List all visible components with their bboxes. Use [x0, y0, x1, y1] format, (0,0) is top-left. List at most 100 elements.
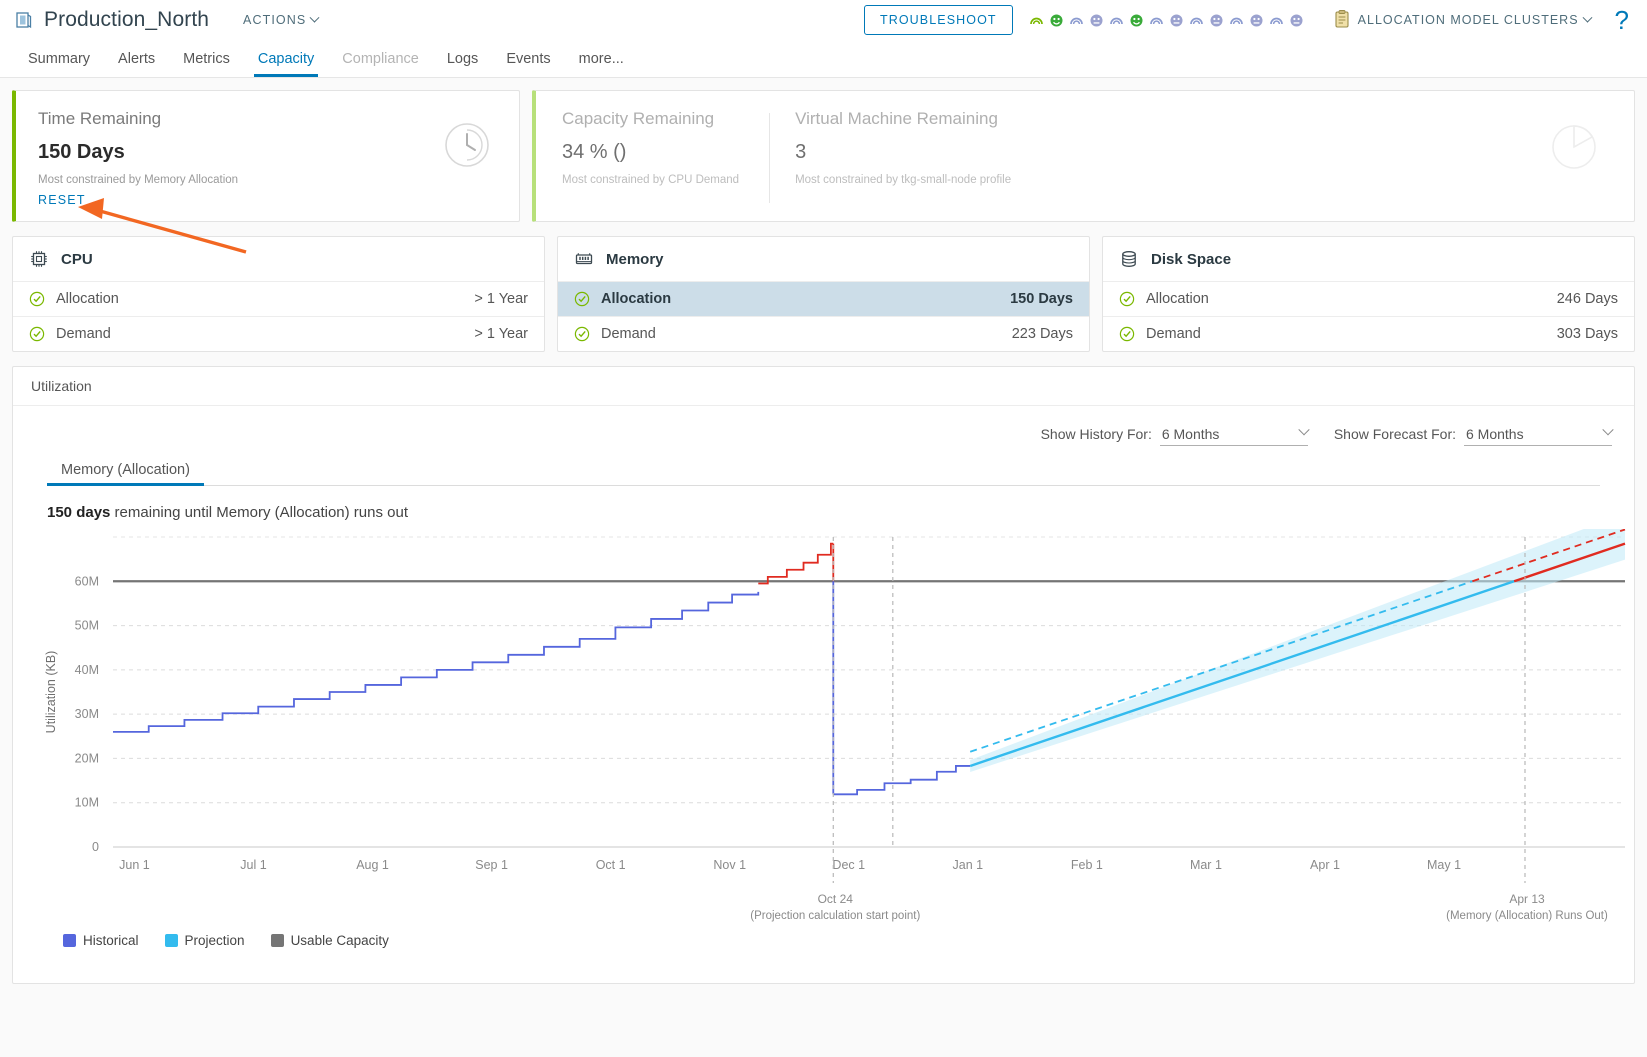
vm-remaining-value: 3 — [795, 141, 1011, 164]
utilization-headline: 150 days remaining until Memory (Allocat… — [47, 504, 1634, 521]
utilization-controls: Show History For: 6 Months Show Forecast… — [13, 406, 1634, 446]
arc-icon[interactable] — [1029, 13, 1044, 28]
cpu-demand-row[interactable]: Demand > 1 Year — [13, 316, 544, 351]
legend-item-historical: Historical — [63, 933, 139, 948]
disk-allocation-label: Allocation — [1146, 291, 1209, 307]
neutral-face-icon[interactable] — [1289, 13, 1304, 28]
arc-icon[interactable] — [1269, 13, 1284, 28]
tab-logs[interactable]: Logs — [433, 40, 492, 77]
svg-text:50M: 50M — [75, 619, 99, 633]
cluster-selector-label: ALLOCATION MODEL CLUSTERS — [1358, 13, 1579, 27]
svg-text:Oct 1: Oct 1 — [596, 858, 626, 872]
status-ok-icon — [574, 291, 590, 307]
summary-cards-row: Time Remaining 150 Days Most constrained… — [0, 78, 1647, 222]
tab-capacity[interactable]: Capacity — [244, 40, 328, 77]
pie-chart-icon — [1550, 123, 1598, 176]
time-remaining-value: 150 Days — [38, 141, 499, 164]
svg-text:Feb 1: Feb 1 — [1071, 858, 1103, 872]
disk-demand-value: 303 Days — [1557, 326, 1618, 342]
capacity-remaining-subtitle: Most constrained by CPU Demand — [562, 174, 739, 186]
neutral-face-icon[interactable] — [1169, 13, 1184, 28]
page-title: Production_North — [44, 8, 209, 32]
tab-alerts[interactable]: Alerts — [104, 40, 169, 77]
tab-events[interactable]: Events — [492, 40, 564, 77]
memory-allocation-row[interactable]: Allocation 150 Days — [558, 281, 1089, 316]
panel-scroll-indicator[interactable] — [13, 367, 18, 983]
troubleshoot-button[interactable]: TROUBLESHOOT — [864, 5, 1013, 35]
show-forecast-label: Show Forecast For: — [1334, 426, 1456, 442]
svg-text:Oct 24: Oct 24 — [818, 892, 854, 906]
cluster-icon — [14, 10, 34, 30]
svg-text:Dec 1: Dec 1 — [832, 858, 865, 872]
smiley-face-icon[interactable] — [1129, 13, 1144, 28]
status-ok-icon — [29, 326, 45, 342]
legend-swatch-projection — [165, 934, 178, 947]
actions-menu-label: ACTIONS — [243, 13, 306, 27]
help-icon[interactable]: ? — [1615, 7, 1629, 33]
tab-more[interactable]: more... — [565, 40, 638, 77]
utilization-chart: 010M20M30M40M50M60MUtilization (KB)Jun 1… — [13, 529, 1634, 929]
svg-text:Jul 1: Jul 1 — [240, 858, 266, 872]
show-history-select[interactable]: 6 Months — [1160, 424, 1308, 446]
capacity-remaining-value: 34 % () — [562, 141, 739, 164]
smiley-face-icon[interactable] — [1049, 13, 1064, 28]
resource-cards-row: CPU Allocation > 1 Year Demand > 1 Year — [0, 222, 1647, 352]
tab-metrics[interactable]: Metrics — [169, 40, 244, 77]
clipboard-icon — [1334, 10, 1350, 31]
top-bar-right: TROUBLESHOOT — [864, 5, 1633, 35]
utilization-panel: Utilization Show History For: 6 Months S… — [12, 366, 1635, 984]
vm-remaining-col: Virtual Machine Remaining 3 Most constra… — [769, 109, 1041, 221]
utilization-headline-days: 150 days — [47, 504, 110, 521]
show-forecast-select[interactable]: 6 Months — [1464, 424, 1612, 446]
disk-space-card-title: Disk Space — [1151, 251, 1231, 268]
chevron-down-icon — [1602, 424, 1613, 435]
capacity-remaining-col: Capacity Remaining 34 % () Most constrai… — [536, 109, 769, 221]
arc-icon[interactable] — [1149, 13, 1164, 28]
chevron-down-icon — [1582, 12, 1592, 22]
arc-icon[interactable] — [1069, 13, 1084, 28]
cpu-card: CPU Allocation > 1 Year Demand > 1 Year — [12, 236, 545, 352]
cpu-demand-label: Demand — [56, 326, 111, 342]
clock-icon — [443, 121, 491, 174]
reset-button[interactable]: RESET — [38, 193, 86, 207]
neutral-face-icon[interactable] — [1249, 13, 1264, 28]
time-remaining-title: Time Remaining — [38, 109, 499, 129]
legend-swatch-historical — [63, 934, 76, 947]
utilization-tabs: Memory (Allocation) — [47, 456, 1600, 486]
time-remaining-subtitle: Most constrained by Memory Allocation — [38, 174, 499, 186]
svg-text:(Memory (Allocation) Runs Out): (Memory (Allocation) Runs Out) — [1446, 910, 1608, 922]
memory-card: Memory Allocation 150 Days Demand 223 Da… — [557, 236, 1090, 352]
arc-icon[interactable] — [1109, 13, 1124, 28]
neutral-face-icon[interactable] — [1089, 13, 1104, 28]
cpu-card-title: CPU — [61, 251, 93, 268]
status-ok-icon — [1119, 291, 1135, 307]
tab-summary[interactable]: Summary — [14, 40, 104, 77]
legend-label-usable-capacity: Usable Capacity — [291, 933, 389, 948]
arc-icon[interactable] — [1229, 13, 1244, 28]
disk-allocation-value: 246 Days — [1557, 291, 1618, 307]
svg-text:0: 0 — [92, 840, 99, 854]
disk-space-card: Disk Space Allocation 246 Days Demand 30… — [1102, 236, 1635, 352]
vm-remaining-subtitle: Most constrained by tkg-small-node profi… — [795, 174, 1011, 186]
svg-text:60M: 60M — [75, 574, 99, 588]
legend-label-historical: Historical — [83, 933, 139, 948]
cluster-selector[interactable]: ALLOCATION MODEL CLUSTERS — [1334, 10, 1591, 31]
disk-demand-row[interactable]: Demand 303 Days — [1103, 316, 1634, 351]
tab-memory-allocation[interactable]: Memory (Allocation) — [47, 456, 204, 485]
show-history-control: Show History For: 6 Months — [1041, 424, 1308, 446]
memory-stick-icon — [574, 249, 594, 269]
status-ok-icon — [1119, 326, 1135, 342]
memory-demand-label: Demand — [601, 326, 656, 342]
svg-text:20M: 20M — [75, 751, 99, 765]
memory-demand-row[interactable]: Demand 223 Days — [558, 316, 1089, 351]
disk-allocation-row[interactable]: Allocation 246 Days — [1103, 281, 1634, 316]
utilization-panel-title: Utilization — [13, 367, 1634, 406]
svg-text:40M: 40M — [75, 663, 99, 677]
cpu-demand-value: > 1 Year — [474, 326, 528, 342]
arc-icon[interactable] — [1189, 13, 1204, 28]
cpu-allocation-row[interactable]: Allocation > 1 Year — [13, 281, 544, 316]
actions-menu[interactable]: ACTIONS — [243, 13, 318, 27]
neutral-face-icon[interactable] — [1209, 13, 1224, 28]
disk-demand-label: Demand — [1146, 326, 1201, 342]
status-ok-icon — [574, 326, 590, 342]
